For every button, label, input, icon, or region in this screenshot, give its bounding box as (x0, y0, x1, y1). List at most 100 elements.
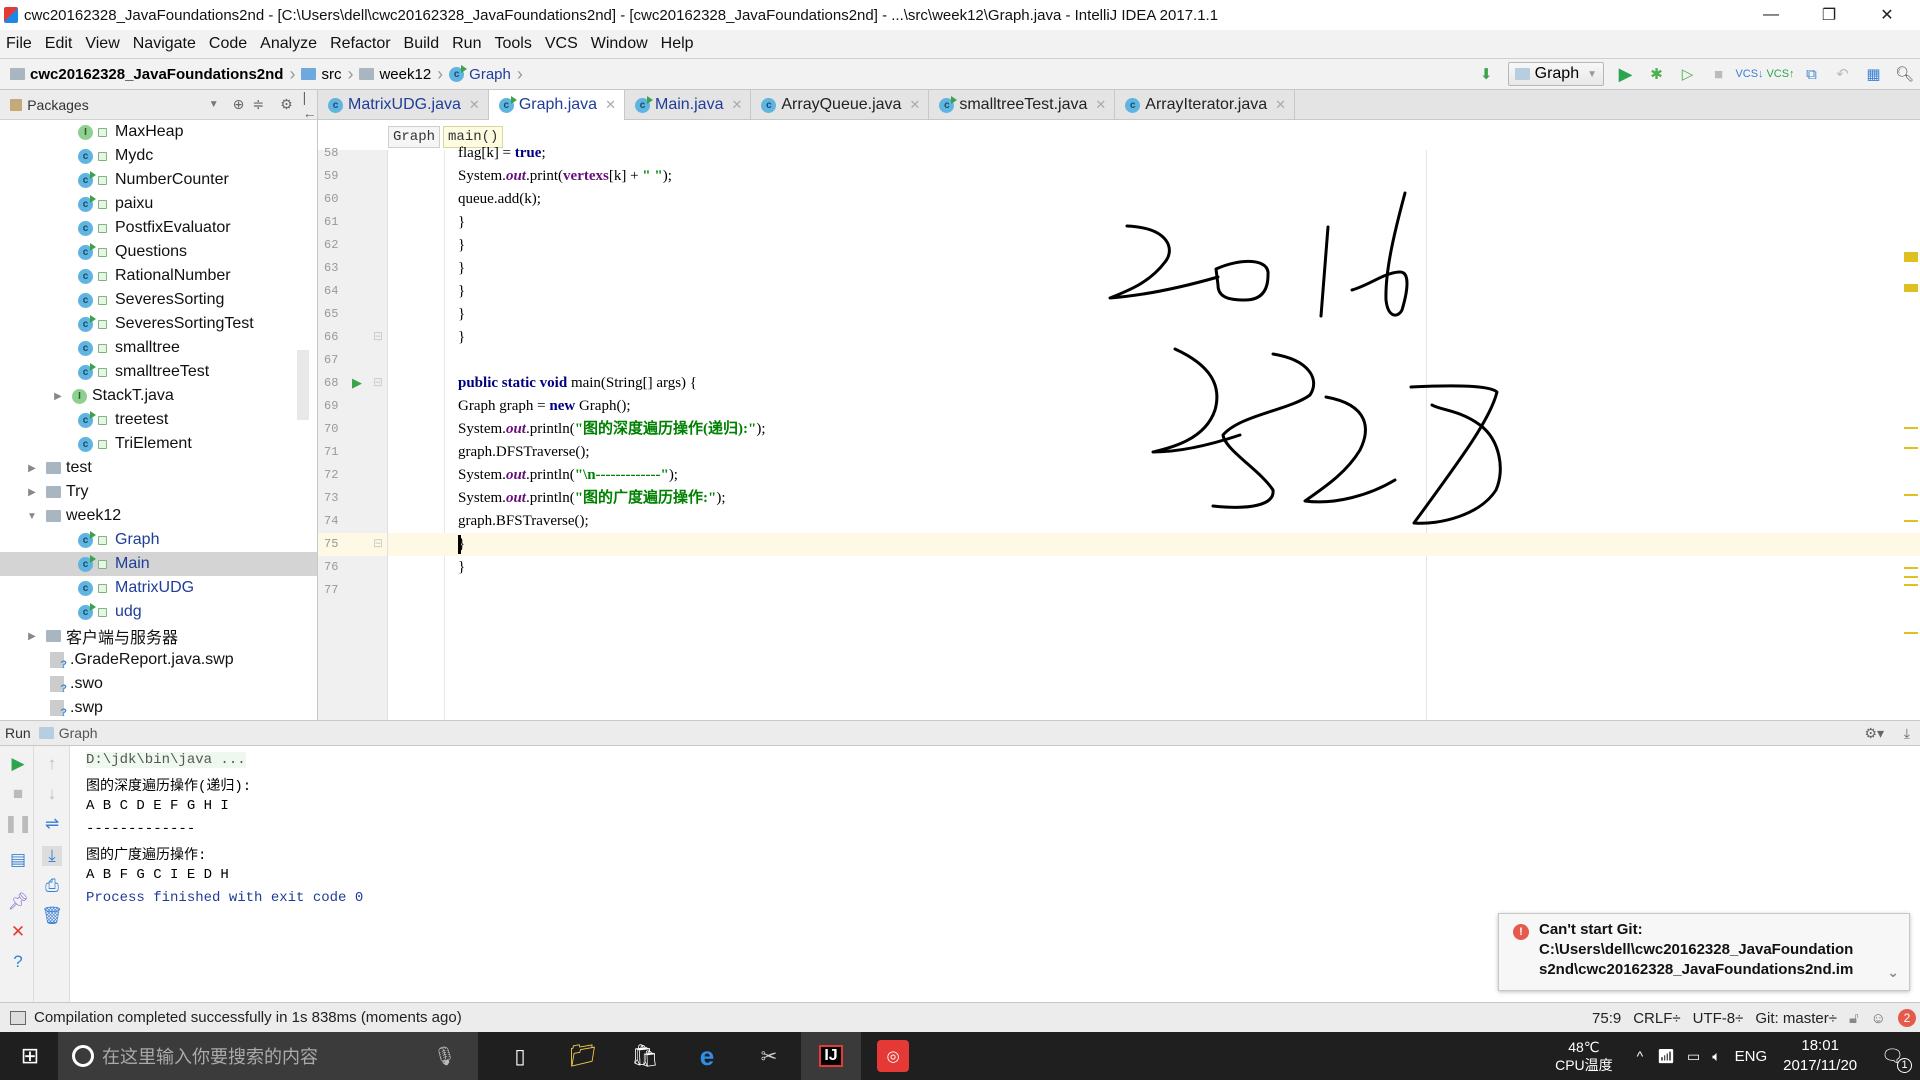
stop-icon[interactable]: ■ (1703, 59, 1734, 89)
fold-marker-icon[interactable]: ⊟ (373, 375, 383, 389)
tree-item[interactable]: c Mydc (0, 144, 317, 168)
hide-icon[interactable]: ⤓ (1904, 725, 1910, 742)
close-run-icon[interactable]: ✕ (8, 922, 28, 942)
close-tab-icon[interactable]: ✕ (731, 97, 742, 113)
menu-help[interactable]: Help (661, 35, 694, 53)
run-config-tab[interactable]: Graph (59, 725, 98, 741)
menu-edit[interactable]: Edit (45, 35, 73, 53)
error-stripe-marker[interactable] (1904, 520, 1918, 522)
up-arrow-icon[interactable]: ↑ (42, 754, 62, 774)
clear-trash-icon[interactable]: 🗑︎ (41, 906, 63, 926)
tree-item[interactable]: c Questions (0, 240, 317, 264)
editor-tab[interactable]: c MatrixUDG.java ✕ (318, 90, 489, 120)
taskbar-search-box[interactable]: 在这里输入你要搜索的内容 🎙︎ (58, 1032, 478, 1080)
menu-refactor[interactable]: Refactor (330, 35, 390, 53)
expand-right-icon[interactable]: ▶ (26, 631, 38, 642)
tree-item[interactable]: c smalltree (0, 336, 317, 360)
tree-item[interactable]: c SeveresSortingTest (0, 312, 317, 336)
build-icon[interactable]: ⬇ (1471, 59, 1502, 89)
hector-inspector-icon[interactable]: ☺ (1871, 1010, 1886, 1027)
restore-layout-icon[interactable]: ▤ (8, 850, 28, 870)
pause-icon[interactable]: ❚❚ (4, 814, 33, 834)
breadcrumb-week12[interactable]: week12 › (359, 64, 443, 85)
store-icon[interactable]: 🛍︎ (615, 1032, 675, 1080)
volume-icon[interactable]: 🔈︎ (1712, 1048, 1720, 1065)
error-stripe-marker[interactable] (1904, 584, 1918, 586)
down-arrow-icon[interactable]: ↓ (42, 784, 62, 804)
tree-scrollbar[interactable] (297, 350, 309, 420)
snipping-tool-icon[interactable]: ✂ (739, 1032, 799, 1080)
menu-window[interactable]: Window (591, 35, 648, 53)
battery-icon[interactable]: ▭ (1687, 1048, 1700, 1065)
run-icon[interactable]: ▶ (1610, 59, 1641, 89)
close-button[interactable]: ✕ (1858, 0, 1916, 30)
error-stripe-marker[interactable] (1904, 427, 1918, 429)
menu-navigate[interactable]: Navigate (133, 35, 196, 53)
tree-item[interactable]: ▶ I StackT.java (0, 384, 317, 408)
editor-tab[interactable]: c ArrayIterator.java ✕ (1115, 90, 1296, 120)
revert-icon[interactable]: ↶ (1827, 59, 1858, 89)
restore-button[interactable]: ❐ (1800, 0, 1858, 30)
code-editor[interactable]: Graph main() 58 59 60 61 62 63 64 65 66 ⊟ 67 68 ▶ ⊟ 69… (318, 120, 1920, 720)
menu-view[interactable]: View (85, 35, 119, 53)
breadcrumb-graph[interactable]: c Graph › (449, 64, 523, 85)
collapse-all-icon[interactable]: ≑ (252, 96, 264, 113)
hide-panel-icon[interactable]: |← (303, 89, 317, 121)
tree-item[interactable]: ▶ Try (0, 480, 317, 504)
caret-position[interactable]: 75:9 (1592, 1010, 1621, 1027)
scroll-to-end-icon[interactable]: ⤓ (42, 846, 62, 866)
pin-icon[interactable]: 📌︎ (7, 892, 29, 912)
editor-tab[interactable]: c Graph.java ✕ (488, 90, 625, 120)
vcs-history-icon[interactable]: ⧉ (1796, 59, 1827, 89)
editor-tab[interactable]: c ArrayQueue.java ✕ (751, 90, 930, 120)
menu-analyze[interactable]: Analyze (260, 35, 317, 53)
tree-item[interactable]: c paixu (0, 192, 317, 216)
cpu-temp-widget[interactable]: 48℃ CPU温度 (1555, 1038, 1613, 1074)
chevron-down-icon[interactable]: ⌄ (1887, 962, 1899, 982)
search-icon[interactable]: 🔍︎ (1889, 59, 1920, 89)
tool-windows-icon[interactable] (10, 1010, 26, 1025)
microphone-icon[interactable]: 🎙︎ (433, 1046, 456, 1067)
error-stripe-marker[interactable] (1904, 576, 1918, 578)
menu-vcs[interactable]: VCS (545, 35, 578, 53)
tree-item[interactable]: c MatrixUDG (0, 576, 317, 600)
error-stripe-marker[interactable] (1904, 567, 1918, 569)
tree-item[interactable]: c smalltreeTest (0, 360, 317, 384)
tree-item[interactable]: c SeveresSorting (0, 288, 317, 312)
run-configuration-dropdown[interactable]: Graph ▼ (1507, 62, 1604, 86)
tree-item[interactable]: c udg (0, 600, 317, 624)
error-stripe-marker[interactable] (1904, 447, 1918, 449)
error-stripe-marker[interactable] (1904, 252, 1918, 262)
tree-item[interactable]: c TriElement (0, 432, 317, 456)
tree-item[interactable]: .swp (0, 696, 317, 720)
menu-run[interactable]: Run (452, 35, 481, 53)
fold-marker-icon[interactable]: ⊟ (373, 329, 383, 343)
view-selector-label[interactable]: Packages (27, 97, 88, 113)
tree-item[interactable]: c Main (0, 552, 317, 576)
run-tab-label[interactable]: Run (5, 725, 31, 741)
line-separator-selector[interactable]: CRLF÷ (1633, 1010, 1680, 1027)
close-tab-icon[interactable]: ✕ (909, 97, 920, 113)
menu-file[interactable]: File (6, 35, 32, 53)
stop-icon[interactable]: ■ (8, 784, 28, 804)
lock-icon[interactable]: 🔓︎ (1849, 1010, 1859, 1027)
file-explorer-icon[interactable]: 📁︎ (553, 1032, 613, 1080)
scroll-from-source-icon[interactable]: ⊕ (233, 96, 245, 113)
menu-tools[interactable]: Tools (494, 35, 531, 53)
git-error-notification[interactable]: ! Can't start Git: C:\Users\dell\cwc2016… (1498, 913, 1910, 991)
tree-item[interactable]: I MaxHeap (0, 120, 317, 144)
breadcrumb-class[interactable]: Graph (388, 126, 441, 148)
tree-item[interactable]: ▶ test (0, 456, 317, 480)
tree-item[interactable]: c treetest (0, 408, 317, 432)
tree-item[interactable]: .swo (0, 672, 317, 696)
expand-right-icon[interactable]: ▶ (26, 463, 38, 474)
editor-tab[interactable]: c Main.java ✕ (625, 90, 752, 120)
settings-gear-icon[interactable]: ⚙ (280, 96, 293, 113)
intellij-taskbar-icon[interactable]: IJ (801, 1032, 861, 1080)
close-tab-icon[interactable]: ✕ (1095, 97, 1106, 113)
tree-item[interactable]: .GradeReport.java.swp (0, 648, 317, 672)
edge-browser-icon[interactable]: e (677, 1032, 737, 1080)
close-tab-icon[interactable]: ✕ (469, 97, 480, 113)
vcs-update-icon[interactable]: VCS↓ (1734, 59, 1765, 89)
encoding-selector[interactable]: UTF-8÷ (1693, 1010, 1744, 1027)
